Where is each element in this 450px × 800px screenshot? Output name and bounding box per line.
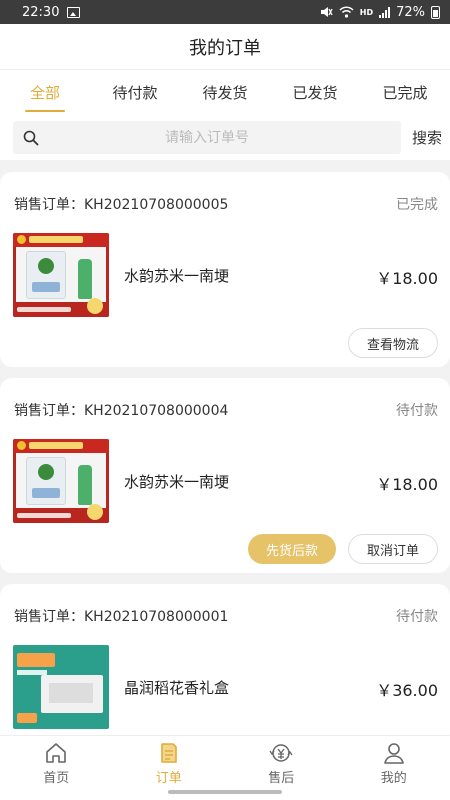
mute-icon: [320, 7, 333, 17]
order-card[interactable]: 销售订单：KH20210708000005 已完成 水韵苏米一南埂 ￥18.00…: [0, 172, 450, 367]
tab-all[interactable]: 全部: [0, 70, 90, 118]
ship-first-pay-later-button[interactable]: 先货后款: [247, 534, 336, 564]
order-card[interactable]: 销售订单：KH20210708000001 待付款 晶润稻花香礼盒 ￥36.00: [0, 584, 450, 744]
order-search-input[interactable]: [49, 129, 401, 146]
order-actions: 查看物流: [347, 328, 438, 358]
network-type-label: HD: [359, 7, 374, 17]
home-icon: [46, 743, 67, 763]
battery-percentage: 72%: [396, 4, 425, 20]
signal-icon: [379, 6, 391, 18]
order-card[interactable]: 销售订单：KH20210708000004 待付款 水韵苏米一南埂 ￥18.00…: [0, 378, 450, 573]
search-bar: 搜索: [0, 118, 450, 160]
page-header: 我的订单: [0, 24, 450, 70]
nav-label: 我的: [380, 771, 407, 786]
product-name: 晶润稻花香礼盒: [124, 679, 230, 697]
search-icon: [13, 130, 49, 146]
status-time: 22:30: [22, 4, 60, 20]
tab-pending-payment[interactable]: 待付款: [90, 70, 180, 118]
order-status: 待付款: [396, 609, 438, 625]
order-status: 待付款: [396, 403, 438, 419]
nav-label: 首页: [43, 771, 70, 786]
order-icon: [160, 743, 177, 763]
search-box: [13, 121, 401, 154]
order-number: 销售订单：KH20210708000004: [14, 403, 229, 419]
product-thumbnail[interactable]: [13, 645, 109, 729]
wifi-icon: [339, 6, 354, 18]
gallery-icon: [67, 6, 81, 18]
order-status: 已完成: [396, 197, 438, 213]
tab-shipped[interactable]: 已发货: [270, 70, 360, 118]
gift-box-product-image: [13, 645, 109, 729]
cancel-order-button[interactable]: 取消订单: [347, 534, 438, 564]
product-thumbnail[interactable]: [13, 233, 109, 317]
product-price: ￥36.00: [376, 681, 438, 700]
order-status-tabs: 全部 待付款 待发货 已发货 已完成: [0, 70, 450, 118]
rice-product-image: [13, 439, 109, 523]
product-name: 水韵苏米一南埂: [124, 473, 230, 491]
order-number: 销售订单：KH20210708000001: [14, 609, 229, 625]
page-title: 我的订单: [189, 37, 261, 59]
view-logistics-button[interactable]: 查看物流: [347, 328, 438, 358]
profile-icon: [383, 743, 404, 764]
nav-home[interactable]: 首页: [0, 736, 113, 800]
status-icons: HD 72%: [320, 5, 440, 20]
product-price: ￥18.00: [376, 475, 438, 494]
nav-label: 订单: [155, 771, 182, 786]
product-name: 水韵苏米一南埂: [124, 267, 230, 285]
battery-icon: [431, 5, 440, 19]
after-sales-icon: [269, 744, 293, 762]
status-bar: 22:30 HD 72%: [0, 0, 450, 24]
nav-label: 售后: [268, 771, 295, 786]
nav-profile[interactable]: 我的: [338, 736, 450, 800]
home-indicator[interactable]: [168, 790, 282, 794]
order-actions: 先货后款 取消订单: [247, 534, 438, 564]
order-number: 销售订单：KH20210708000005: [14, 197, 229, 213]
tab-completed[interactable]: 已完成: [360, 70, 450, 118]
product-thumbnail[interactable]: [13, 439, 109, 523]
product-price: ￥18.00: [376, 269, 438, 288]
rice-product-image: [13, 233, 109, 317]
tab-pending-shipment[interactable]: 待发货: [180, 70, 270, 118]
search-button[interactable]: 搜索: [412, 127, 442, 148]
